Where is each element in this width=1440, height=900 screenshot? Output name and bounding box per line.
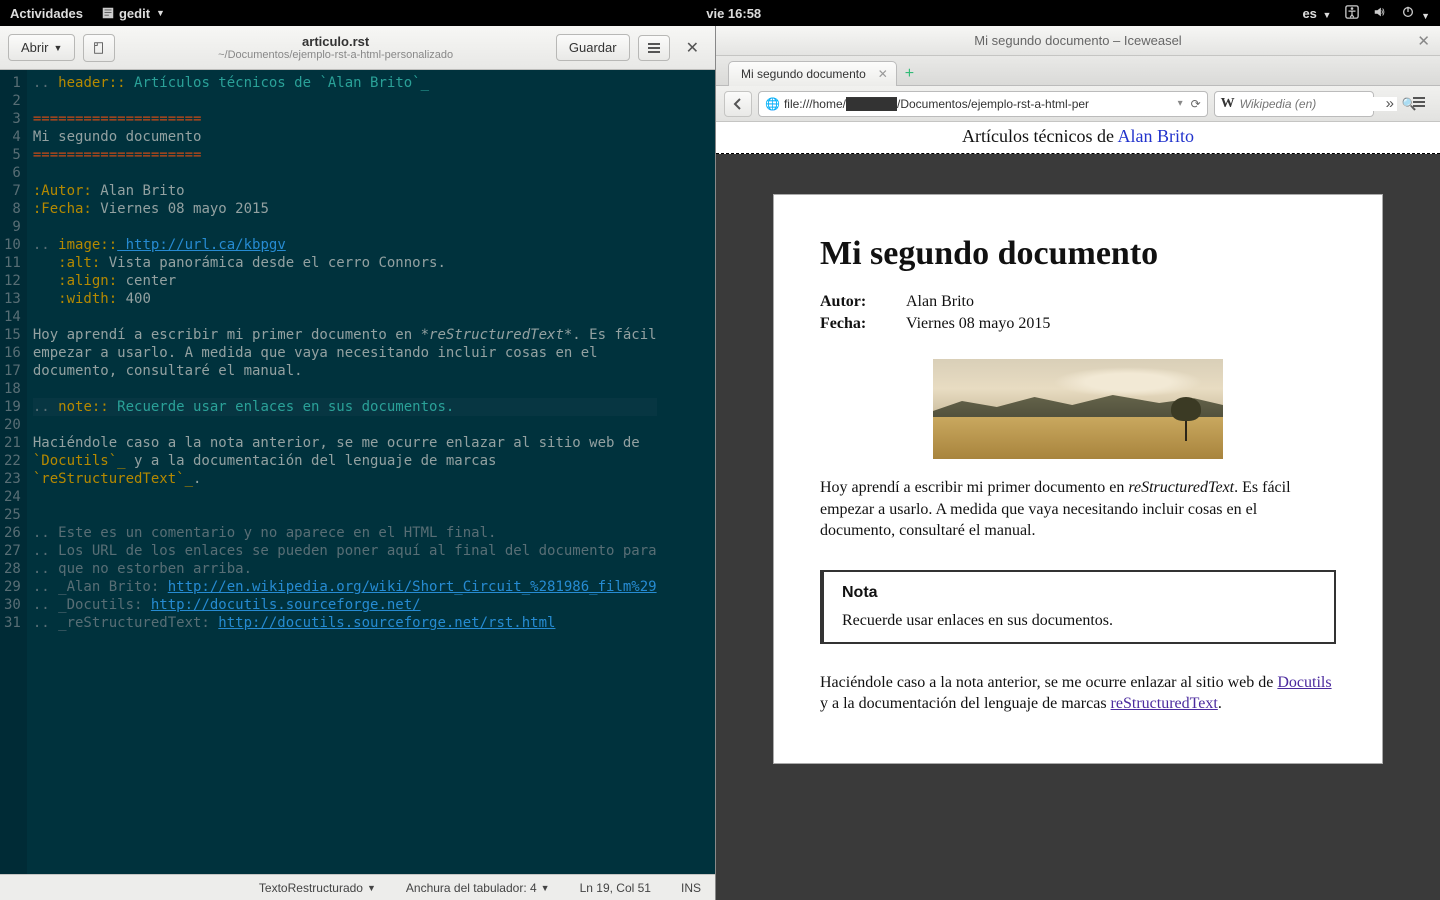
window-title: articulo.rst ~/Documentos/ejemplo-rst-a-… (123, 34, 548, 61)
hamburger-button[interactable] (638, 35, 670, 61)
editor-area[interactable]: 1234567891011121314151617181920212223242… (0, 70, 715, 874)
browser-titlebar: Mi segundo documento – Iceweasel ✕ (716, 26, 1440, 56)
gnome-topbar: Actividades gedit▼ vie 16:58 es ▼ ▼ (0, 0, 1440, 26)
back-button[interactable] (724, 91, 752, 117)
search-box[interactable]: W 🔍 (1214, 91, 1374, 117)
note-body: Recuerde usar enlaces en sus documentos. (842, 612, 1316, 630)
new-document-icon (92, 41, 106, 55)
code-content[interactable]: .. header:: Artículos técnicos de `Alan … (27, 70, 663, 874)
meta-author: Autor: Alan Brito (820, 293, 1336, 311)
close-button[interactable]: ✕ (678, 34, 707, 62)
tab-strip: Mi segundo documento ✕ + (716, 56, 1440, 86)
new-tab-button[interactable]: + (897, 63, 922, 85)
browser-viewport[interactable]: Artículos técnicos de Alan Brito Mi segu… (716, 122, 1440, 900)
page-header: Artículos técnicos de Alan Brito (716, 122, 1440, 154)
new-tab-button[interactable] (83, 34, 115, 62)
line-gutter: 1234567891011121314151617181920212223242… (0, 70, 27, 874)
app-menu[interactable]: gedit▼ (101, 6, 165, 21)
page-title: Mi segundo documento (820, 235, 1336, 273)
header-author-link[interactable]: Alan Brito (1117, 126, 1194, 146)
paragraph-2: Haciéndole caso a la nota anterior, se m… (820, 672, 1336, 715)
gedit-window: Abrir ▼ articulo.rst ~/Documentos/ejempl… (0, 26, 716, 900)
tabwidth-selector[interactable]: Anchura del tabulador: 4 ▼ (406, 881, 550, 895)
document-body: Mi segundo documento Autor: Alan Brito F… (773, 194, 1383, 764)
status-bar: TextoRestructurado ▼ Anchura del tabulad… (0, 874, 715, 900)
history-dropdown-icon[interactable]: ▾ (1174, 98, 1187, 109)
activities-button[interactable]: Actividades (10, 6, 83, 21)
rst-link[interactable]: reStructuredText (1111, 695, 1218, 712)
reload-icon[interactable]: ⟳ (1191, 97, 1201, 111)
url-text: file:///home/██████/Documentos/ejemplo-r… (784, 97, 1170, 111)
gedit-app-icon (101, 6, 115, 20)
back-icon (732, 98, 744, 110)
power-icon[interactable]: ▼ (1401, 5, 1430, 22)
browser-menu-button[interactable] (1406, 93, 1432, 114)
wikipedia-icon: W (1221, 96, 1235, 112)
a11y-icon[interactable] (1345, 5, 1359, 22)
cursor-position: Ln 19, Col 51 (580, 881, 651, 895)
paragraph-1: Hoy aprendí a escribir mi primer documen… (820, 477, 1336, 542)
volume-icon[interactable] (1373, 5, 1387, 22)
save-button[interactable]: Guardar (556, 34, 630, 61)
clock[interactable]: vie 16:58 (165, 6, 1302, 21)
gedit-headerbar: Abrir ▼ articulo.rst ~/Documentos/ejempl… (0, 26, 715, 70)
insert-mode[interactable]: INS (681, 881, 701, 895)
overflow-button[interactable]: » (1380, 93, 1400, 114)
browser-toolbar: 🌐 file:///home/██████/Documentos/ejemplo… (716, 86, 1440, 122)
filepath: ~/Documentos/ejemplo-rst-a-html-personal… (123, 49, 548, 61)
note-admonition: Nota Recuerde usar enlaces en sus docume… (820, 570, 1336, 644)
filename: articulo.rst (123, 34, 548, 49)
search-input[interactable] (1240, 97, 1397, 111)
note-title: Nota (842, 584, 1316, 602)
tab-close-icon[interactable]: ✕ (878, 67, 888, 81)
keyboard-layout[interactable]: es ▼ (1302, 6, 1331, 21)
menu-icon (1412, 96, 1426, 108)
meta-date: Fecha: Viernes 08 mayo 2015 (820, 315, 1336, 333)
menu-icon (647, 42, 661, 54)
open-button[interactable]: Abrir ▼ (8, 34, 75, 61)
docutils-link[interactable]: Docutils (1277, 674, 1331, 691)
iceweasel-window: Mi segundo documento – Iceweasel ✕ Mi se… (716, 26, 1440, 900)
syntax-selector[interactable]: TextoRestructurado ▼ (259, 881, 376, 895)
window-close-button[interactable]: ✕ (1417, 32, 1430, 50)
url-bar[interactable]: 🌐 file:///home/██████/Documentos/ejemplo… (758, 91, 1208, 117)
browser-tab[interactable]: Mi segundo documento ✕ (728, 61, 897, 86)
globe-icon: 🌐 (765, 97, 780, 111)
panorama-image (933, 359, 1223, 459)
